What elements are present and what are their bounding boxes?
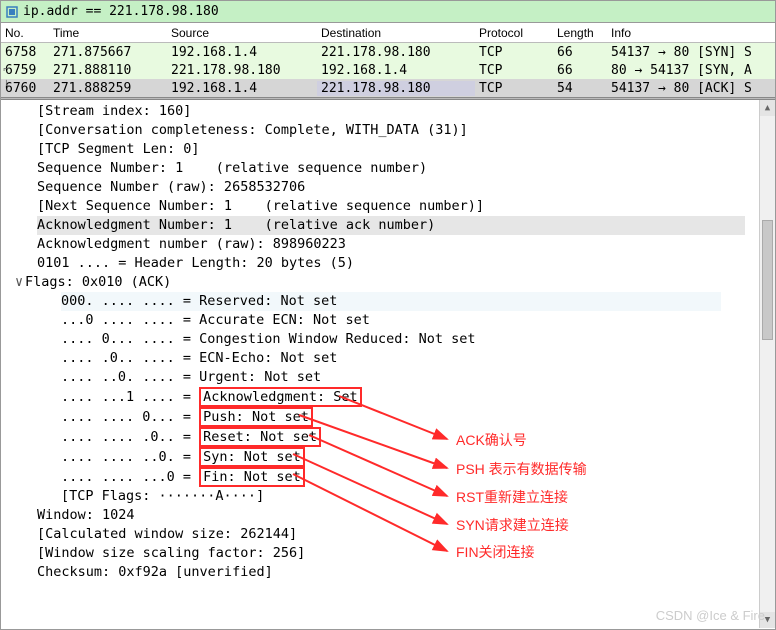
related-packet-marker: ⌐ [3,64,10,76]
detail-flag-reset[interactable]: .... .... .0.. = Reset: Not set [7,427,775,447]
detail-header-length[interactable]: 0101 .... = Header Length: 20 bytes (5) [7,254,775,273]
detail-flag-cwr[interactable]: .... 0... .... = Congestion Window Reduc… [7,330,775,349]
packet-list: ⌐ └ 6758 271.875667 192.168.1.4 221.178.… [1,43,775,97]
detail-window[interactable]: Window: 1024 [7,506,775,525]
related-packet-marker: └ [3,81,10,93]
col-source[interactable]: Source [167,26,317,40]
packet-details-pane: [Stream index: 160] [Conversation comple… [1,100,775,628]
display-filter-bar[interactable]: ip.addr == 221.178.98.180 [1,1,775,23]
detail-scaling[interactable]: [Window size scaling factor: 256] [7,544,775,563]
col-time[interactable]: Time [49,26,167,40]
detail-flags[interactable]: ∨Flags: 0x010 (ACK) [7,273,775,292]
col-info[interactable]: Info [607,26,775,40]
detail-flag-ack[interactable]: .... ...1 .... = Acknowledgment: Set [7,387,775,407]
packet-row-selected[interactable]: 6760 271.888259 192.168.1.4 221.178.98.1… [1,79,775,97]
scroll-thumb[interactable] [762,220,773,340]
detail-checksum[interactable]: Checksum: 0xf92a [unverified] [7,563,775,582]
detail-flag-push[interactable]: .... .... 0... = Push: Not set [7,407,775,427]
col-proto[interactable]: Protocol [475,26,553,40]
detail-seq[interactable]: Sequence Number: 1 (relative sequence nu… [7,159,775,178]
scroll-up-button[interactable]: ▲ [760,100,775,116]
detail-ack-num[interactable]: Acknowledgment Number: 1 (relative ack n… [7,216,775,235]
watermark: CSDN @Ice & Fire [656,608,765,623]
col-no[interactable]: No. [1,26,49,40]
col-dest[interactable]: Destination [317,26,475,40]
detail-seg-len[interactable]: [TCP Segment Len: 0] [7,140,775,159]
packet-list-header: No. Time Source Destination Protocol Len… [1,23,775,43]
detail-conv-complete[interactable]: [Conversation completeness: Complete, WI… [7,121,775,140]
detail-stream-index[interactable]: [Stream index: 160] [7,102,775,121]
highlight-box-push: Push: Not set [199,407,313,427]
bookmark-icon [5,5,19,19]
detail-flag-ece[interactable]: .... .0.. .... = ECN-Echo: Not set [7,349,775,368]
highlight-box-ack: Acknowledgment: Set [199,387,361,407]
chevron-down-icon[interactable]: ∨ [15,273,25,292]
highlight-box-reset: Reset: Not set [199,427,321,447]
detail-flag-urg[interactable]: .... ..0. .... = Urgent: Not set [7,368,775,387]
packet-row[interactable]: 6759 271.888110 221.178.98.180 192.168.1… [1,61,775,79]
detail-flag-aecn[interactable]: ...0 .... .... = Accurate ECN: Not set [7,311,775,330]
detail-ack-raw[interactable]: Acknowledgment number (raw): 898960223 [7,235,775,254]
detail-tcp-flags-str[interactable]: [TCP Flags: ·······A····] [7,487,775,506]
detail-calc-window[interactable]: [Calculated window size: 262144] [7,525,775,544]
details-scrollbar[interactable]: ▲ ▼ [759,100,775,628]
detail-flag-reserved[interactable]: 000. .... .... = Reserved: Not set [7,292,775,311]
detail-flag-syn[interactable]: .... .... ..0. = Syn: Not set [7,447,775,467]
highlight-box-syn: Syn: Not set [199,447,305,467]
detail-flag-fin[interactable]: .... .... ...0 = Fin: Not set [7,467,775,487]
packet-row[interactable]: 6758 271.875667 192.168.1.4 221.178.98.1… [1,43,775,61]
col-length[interactable]: Length [553,26,607,40]
detail-seq-raw[interactable]: Sequence Number (raw): 2658532706 [7,178,775,197]
display-filter-text[interactable]: ip.addr == 221.178.98.180 [23,4,219,19]
highlight-box-fin: Fin: Not set [199,467,305,487]
detail-next-seq[interactable]: [Next Sequence Number: 1 (relative seque… [7,197,775,216]
